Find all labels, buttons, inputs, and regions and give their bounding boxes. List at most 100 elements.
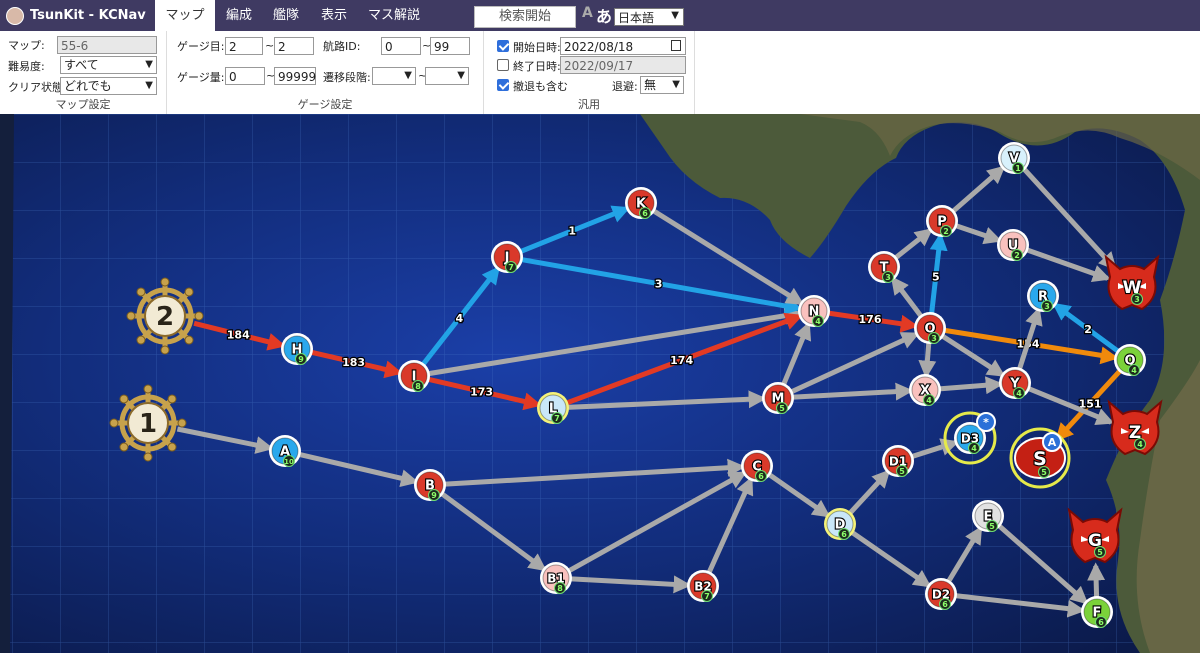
map-node-b[interactable]: B9 (414, 469, 446, 501)
difficulty-label: 難易度: (8, 60, 45, 73)
node-count: 9 (431, 491, 437, 500)
node-count: 6 (758, 472, 764, 481)
node-count: 4 (926, 396, 932, 405)
end-date-label: 終了日時: (513, 60, 561, 73)
map-node-x[interactable]: X4 (909, 374, 941, 406)
gauge-settings-title: ゲージ設定 (297, 98, 353, 111)
gauge-number-label: ゲージ目: (177, 40, 225, 53)
map-node-r[interactable]: R3 (1027, 280, 1059, 312)
map-node-c[interactable]: C6 (741, 450, 773, 482)
map-node-q[interactable]: Q4 (1114, 344, 1146, 376)
transition-from-select[interactable]: ▼ (372, 67, 416, 85)
search-button[interactable]: 検索開始 (474, 6, 576, 28)
start-node-2[interactable]: 2 (126, 277, 204, 355)
language-select[interactable]: 日本語 ▼ (614, 8, 684, 26)
node-count: 3 (885, 273, 891, 282)
route-id-label: 航路ID: (323, 40, 361, 53)
start-date-checkbox[interactable] (497, 40, 509, 52)
map-node-k[interactable]: K6 (625, 187, 657, 219)
difficulty-select[interactable]: すべて ▼ (60, 56, 157, 74)
transition-to-select[interactable]: ▼ (425, 67, 469, 85)
route-id-from-input[interactable]: 0 (381, 37, 421, 55)
map-field[interactable]: 55-6 (57, 36, 157, 54)
map-node-b1[interactable]: B18 (540, 562, 572, 594)
map-label: マップ: (8, 39, 45, 52)
map-node-n[interactable]: N4 (798, 295, 830, 327)
map-node-d1[interactable]: D15 (882, 445, 914, 477)
map-node-o[interactable]: O3 (914, 312, 946, 344)
retreat-select[interactable]: 無 ▼ (640, 76, 684, 94)
node-count: 6 (642, 209, 648, 218)
route-id-to-input[interactable]: 99 (430, 37, 470, 55)
map-settings-group: マップ: 55-6 難易度: すべて ▼ クリア状態: どれでも ▼ マップ設定 (0, 31, 167, 114)
font-latin-toggle[interactable]: A (582, 5, 593, 21)
node-count: 4 (1131, 366, 1137, 375)
start-date-input[interactable]: 2022/08/18 (560, 37, 686, 55)
map-node-m[interactable]: M5 (762, 382, 794, 414)
node-count: 3 (1134, 295, 1140, 304)
gauge-amount-from-input[interactable]: 0 (225, 67, 265, 85)
clear-state-select[interactable]: どれでも ▼ (60, 77, 157, 95)
map-node-d[interactable]: D6 (824, 508, 856, 540)
clear-state-label: クリア状態: (8, 81, 67, 94)
map-node-t[interactable]: T3 (868, 251, 900, 283)
map-node-u[interactable]: U2 (997, 229, 1029, 261)
wheel-handle (167, 442, 177, 452)
font-kana-toggle[interactable]: あ (596, 3, 612, 27)
chevron-down-icon: ▼ (404, 70, 412, 81)
chevron-down-icon: ▼ (145, 59, 153, 70)
route-edge-count: 184 (227, 328, 250, 341)
map-node-e[interactable]: E5 (972, 500, 1004, 532)
node-count: 5 (779, 404, 785, 413)
node-count: 6 (841, 530, 847, 539)
gauge-amount-label: ゲージ量: (177, 71, 225, 84)
transition-stage-label: 遷移段階: (323, 71, 371, 84)
end-date-input[interactable]: 2022/09/17 (560, 56, 686, 74)
retreat-label: 退避: (612, 80, 638, 93)
node-count: 6 (1098, 618, 1104, 627)
map-node-a[interactable]: A10 (269, 435, 301, 467)
wheel-handle (194, 311, 204, 321)
tilde: ~ (265, 39, 275, 52)
tab-ships[interactable]: 艦隊 (264, 0, 308, 31)
wheel-handle (184, 287, 194, 297)
wheel-handle (143, 452, 153, 462)
start-node-label: 1 (139, 409, 157, 439)
map-node-j[interactable]: J7 (491, 241, 523, 273)
include-retreat-checkbox[interactable] (497, 79, 509, 91)
wheel-handle (160, 277, 170, 287)
app-title-text: TsunKit - KCNav (30, 8, 146, 23)
tab-display[interactable]: 表示 (312, 0, 356, 31)
node-count: 5 (899, 467, 905, 476)
map-node-l[interactable]: L7 (537, 392, 569, 424)
chevron-down-icon: ▼ (672, 79, 680, 90)
map-node-b2[interactable]: B27 (687, 570, 719, 602)
map-node-h[interactable]: H9 (281, 333, 313, 365)
map-node-y[interactable]: Y4 (999, 367, 1031, 399)
gauge-settings-group: ゲージ目: 2 ~ 2 ゲージ量: 0 ~ 99999 航路ID: 0 ~ 99… (167, 31, 484, 114)
calendar-icon[interactable] (671, 40, 681, 51)
include-retreat-label: 撤退も含む (513, 80, 568, 93)
tab-node-guide[interactable]: マス解説 (362, 0, 426, 31)
map-node-i[interactable]: I8 (398, 360, 430, 392)
map-node-d2[interactable]: D26 (925, 578, 957, 610)
wheel-handle (136, 335, 146, 345)
gauge-number-to-input[interactable]: 2 (274, 37, 314, 55)
map-node-f[interactable]: F6 (1081, 596, 1113, 628)
end-date-checkbox[interactable] (497, 59, 509, 71)
map-node-p[interactable]: P2 (926, 205, 958, 237)
general-settings-title: 汎用 (578, 98, 600, 111)
wheel-handle (136, 287, 146, 297)
chevron-down-icon: ▼ (457, 70, 465, 81)
start-node-1[interactable]: 1 (109, 384, 187, 462)
map-node-v[interactable]: V1 (998, 142, 1030, 174)
gauge-amount-to-input[interactable]: 99999 (274, 67, 316, 85)
gauge-number-from-input[interactable]: 2 (225, 37, 263, 55)
node-flag-badge-s: A (1042, 432, 1062, 452)
node-count: 2 (943, 227, 949, 236)
route-edge-count: 5 (932, 270, 940, 283)
tab-map[interactable]: マップ (155, 0, 215, 31)
route-edge-f-g (1087, 562, 1106, 602)
tab-fleet-composition[interactable]: 編成 (218, 0, 260, 31)
flag-badge-text: A (1048, 436, 1057, 449)
